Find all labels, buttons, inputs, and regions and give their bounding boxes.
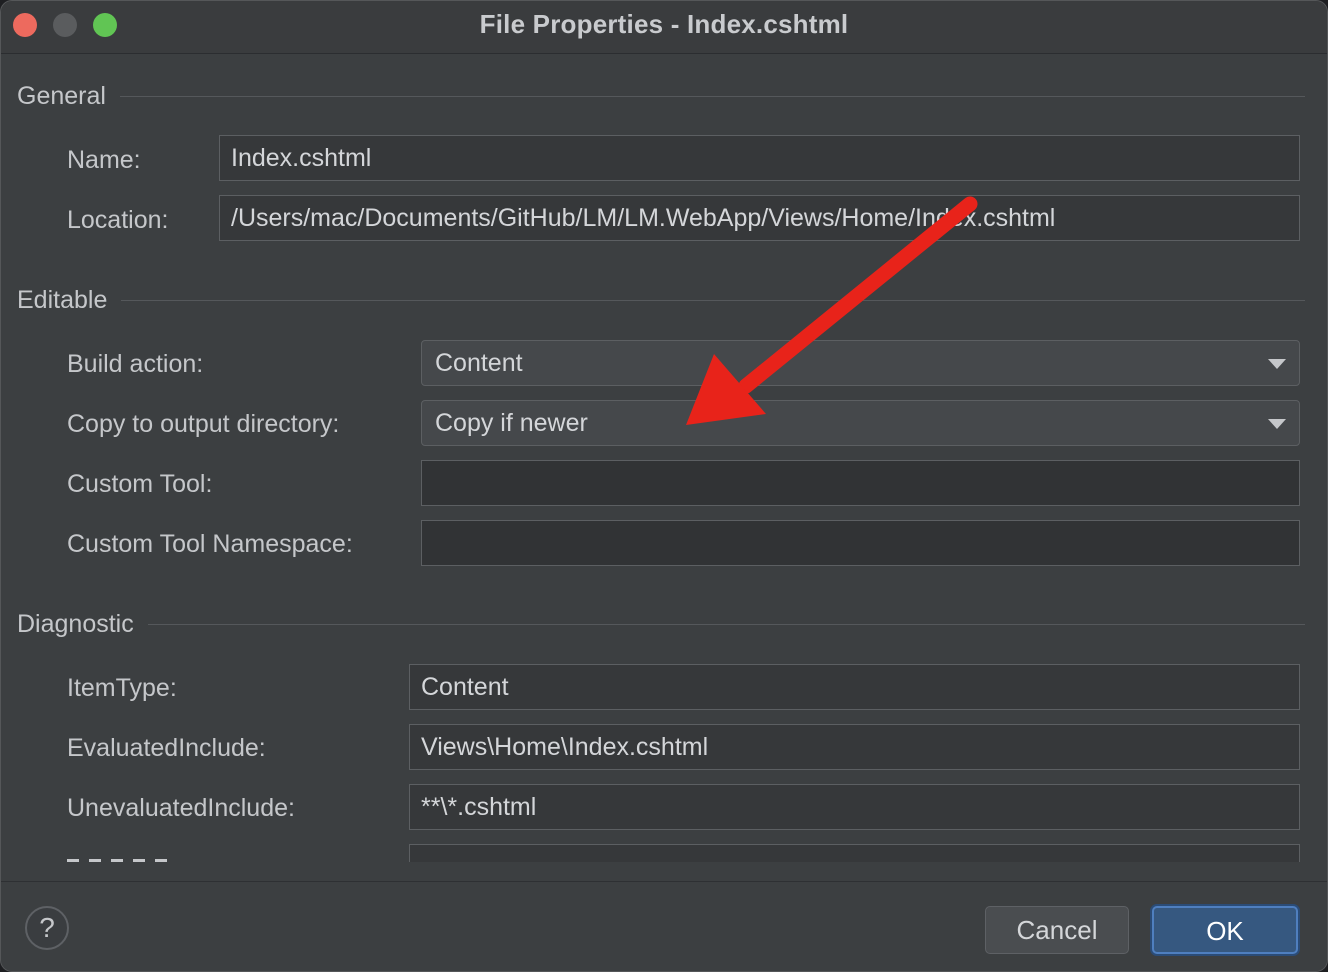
help-button[interactable]: ?	[25, 906, 69, 950]
evaluated-include-field[interactable]: Views\Home\Index.cshtml	[409, 724, 1300, 770]
diagnostic-section-title: Diagnostic	[17, 609, 134, 638]
unevaluated-include-field[interactable]: **\*.cshtml	[409, 784, 1300, 830]
name-field[interactable]: Index.cshtml	[219, 135, 1300, 181]
editable-section-header: Editable	[17, 282, 1305, 318]
chevron-down-icon	[1268, 359, 1286, 369]
evaluated-include-label: EvaluatedInclude:	[67, 734, 266, 762]
unevaluated-include-label: UnevaluatedInclude:	[67, 794, 295, 822]
build-action-value: Content	[435, 349, 523, 377]
copy-to-output-dropdown[interactable]: Copy if newer	[421, 400, 1300, 446]
copy-to-output-label: Copy to output directory:	[67, 410, 340, 438]
title-bar[interactable]: File Properties - Index.cshtml	[1, 1, 1327, 54]
diagnostic-section-header: Diagnostic	[17, 606, 1305, 642]
file-properties-dialog: File Properties - Index.cshtml General N…	[0, 0, 1328, 972]
build-action-label: Build action:	[67, 350, 204, 378]
cancel-button[interactable]: Cancel	[985, 906, 1129, 954]
general-section-header: General	[17, 78, 1305, 114]
ok-button[interactable]: OK	[1152, 906, 1298, 954]
location-field[interactable]: /Users/mac/Documents/GitHub/LM/LM.WebApp…	[219, 195, 1300, 241]
custom-tool-field[interactable]	[421, 460, 1300, 506]
properties-content: General Name: Index.cshtml Location: /Us…	[1, 54, 1327, 862]
section-divider	[121, 299, 1305, 301]
itemtype-label: ItemType:	[67, 674, 177, 702]
location-label: Location:	[67, 206, 169, 234]
copy-to-output-value: Copy if newer	[435, 409, 588, 437]
custom-tool-label: Custom Tool:	[67, 470, 213, 498]
general-section-title: General	[17, 81, 106, 110]
clipped-value	[421, 854, 1201, 862]
custom-tool-namespace-label: Custom Tool Namespace:	[67, 530, 353, 558]
window-title: File Properties - Index.cshtml	[479, 9, 849, 39]
itemtype-field[interactable]: Content	[409, 664, 1300, 710]
editable-section-title: Editable	[17, 285, 108, 314]
clipped-row	[1, 844, 1327, 862]
dialog-footer: ? Cancel OK	[1, 881, 1327, 971]
section-divider	[147, 623, 1305, 625]
name-label: Name:	[67, 146, 141, 174]
custom-tool-namespace-field[interactable]	[421, 520, 1300, 566]
build-action-dropdown[interactable]: Content	[421, 340, 1300, 386]
chevron-down-icon	[1268, 419, 1286, 429]
section-divider	[119, 95, 1305, 97]
clipped-label	[67, 854, 207, 862]
